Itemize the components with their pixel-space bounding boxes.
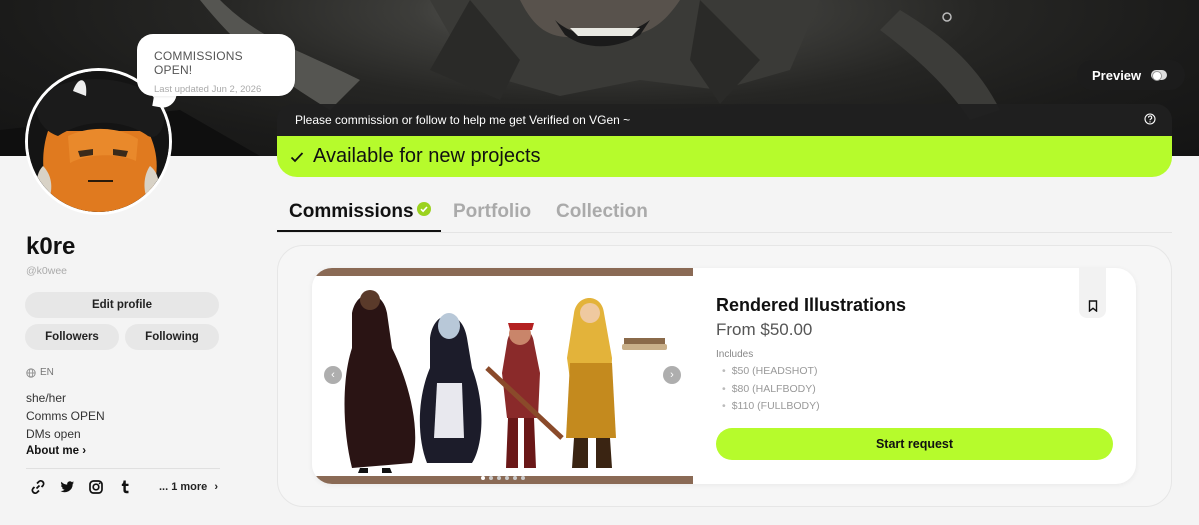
help-icon[interactable] xyxy=(1144,113,1156,125)
availability-banner: Available for new projects xyxy=(277,136,1172,177)
carousel-next-button[interactable]: › xyxy=(663,366,681,384)
following-button[interactable]: Following xyxy=(125,324,219,350)
active-tab-indicator xyxy=(277,230,441,232)
tab-label: Commissions xyxy=(289,201,414,222)
includes-item: $110 (FULLBODY) xyxy=(722,398,820,416)
bio-line: DMs open xyxy=(26,427,81,441)
includes-label: Includes xyxy=(716,349,754,360)
chevron-right-icon: › xyxy=(670,369,674,381)
carousel-dots xyxy=(481,476,525,480)
verification-text: Please commission or follow to help me g… xyxy=(295,113,631,127)
includes-item: $50 (HEADSHOT) xyxy=(722,363,820,381)
more-links-label: ... 1 more xyxy=(159,481,208,493)
carousel-dot[interactable] xyxy=(521,476,525,480)
includes-list: $50 (HEADSHOT) $80 (HALFBODY) $110 (FULL… xyxy=(722,363,820,416)
checkmark-icon xyxy=(290,151,304,162)
display-name: k0re xyxy=(26,233,76,260)
status-updated: Last updated Jun 2, 2026 xyxy=(154,84,262,95)
verified-check-icon xyxy=(416,202,431,216)
commission-title: Rendered Illustrations xyxy=(716,295,907,315)
about-me-link[interactable]: About me › xyxy=(26,445,86,457)
carousel-prev-button[interactable]: ‹ xyxy=(324,366,342,384)
includes-item: $80 (HALFBODY) xyxy=(722,381,820,399)
link-icon[interactable] xyxy=(30,479,46,495)
more-links-button[interactable]: ... 1 more › xyxy=(159,481,218,493)
instagram-icon[interactable] xyxy=(88,479,104,495)
about-me-label: About me xyxy=(26,445,80,457)
edit-profile-button[interactable]: Edit profile xyxy=(25,292,219,318)
carousel-dot[interactable] xyxy=(513,476,517,480)
carousel-dot[interactable] xyxy=(489,476,493,480)
verification-notice: Please commission or follow to help me g… xyxy=(277,104,1172,136)
profile-bio: she/her Comms OPEN DMs open xyxy=(26,389,105,443)
status-bubble: COMMISSIONS OPEN! Last updated Jun 2, 20… xyxy=(137,34,295,96)
chevron-right-icon: › xyxy=(214,481,219,493)
availability-text: Available for new projects xyxy=(313,145,541,167)
language-indicator: EN xyxy=(26,367,54,378)
toggle-switch-icon[interactable] xyxy=(1151,70,1168,81)
commission-price: From $50.00 xyxy=(716,320,813,339)
twitter-icon[interactable] xyxy=(59,479,75,495)
tab-portfolio[interactable]: Portfolio xyxy=(453,201,531,223)
carousel-dot[interactable] xyxy=(481,476,485,480)
chevron-left-icon: ‹ xyxy=(331,369,335,381)
followers-button[interactable]: Followers xyxy=(25,324,119,350)
commission-image-carousel[interactable]: ‹ › xyxy=(312,268,693,484)
tab-collection[interactable]: Collection xyxy=(556,201,648,223)
bio-line: she/her xyxy=(26,391,67,405)
profile-tabs: Commissions Portfolio Collection xyxy=(277,196,1172,233)
preview-toggle[interactable]: Preview xyxy=(1077,60,1185,90)
carousel-dot[interactable] xyxy=(497,476,501,480)
status-title: COMMISSIONS OPEN! xyxy=(154,49,243,77)
sidebar-divider xyxy=(26,468,220,469)
username-handle: @k0wee xyxy=(26,265,68,277)
commission-artwork xyxy=(312,268,693,484)
bio-line: Comms OPEN xyxy=(26,409,105,423)
social-links xyxy=(30,479,133,495)
tab-commissions[interactable]: Commissions xyxy=(289,201,431,223)
start-request-button[interactable]: Start request xyxy=(716,428,1113,460)
globe-icon xyxy=(26,367,36,378)
preview-label: Preview xyxy=(1092,67,1142,83)
chevron-right-icon: › xyxy=(82,445,87,457)
tumblr-icon[interactable] xyxy=(117,479,133,495)
carousel-dot[interactable] xyxy=(505,476,509,480)
bookmark-button[interactable] xyxy=(1079,268,1106,318)
language-label: EN xyxy=(40,367,54,378)
bookmark-icon xyxy=(1088,300,1097,312)
